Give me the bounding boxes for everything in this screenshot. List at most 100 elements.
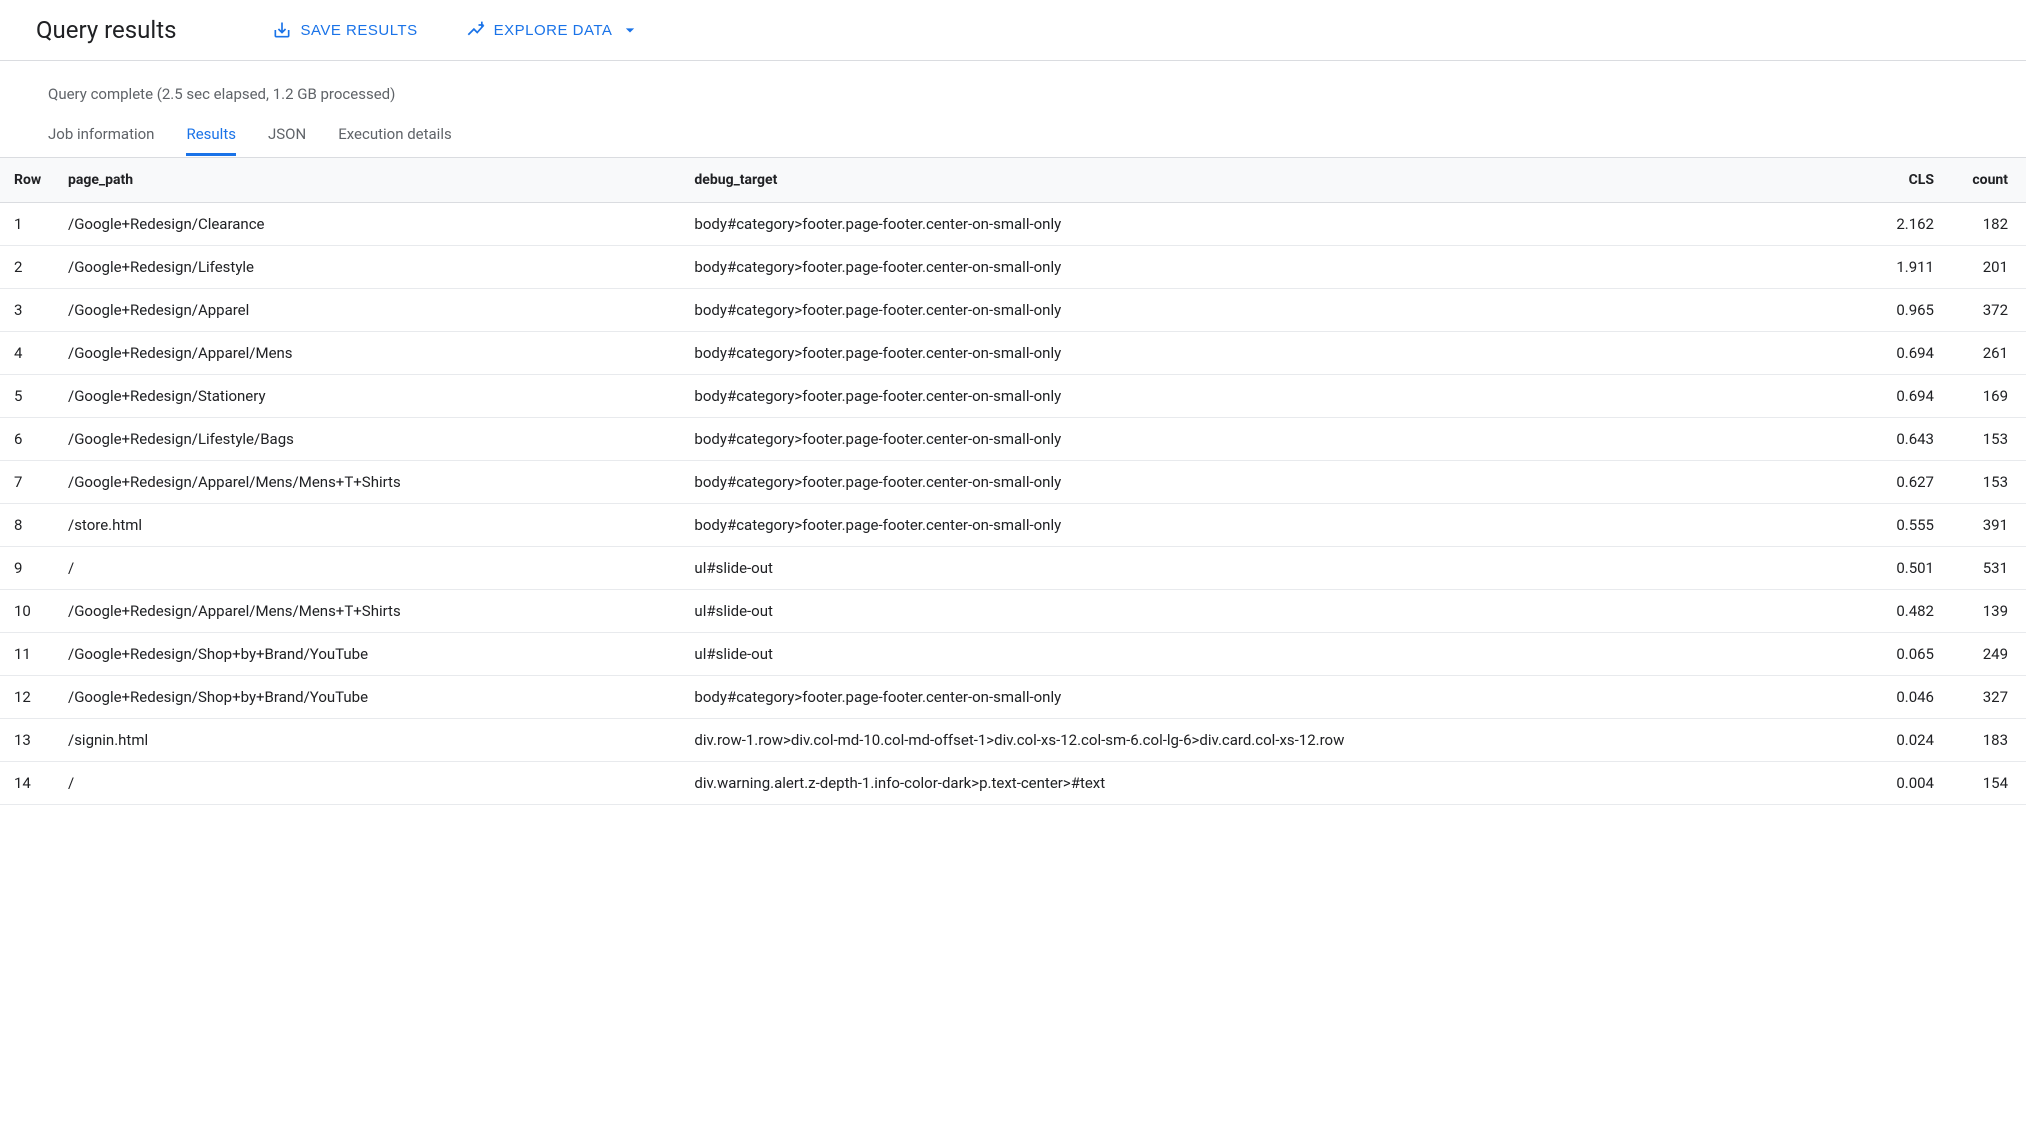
cell-row-number: 3 (0, 289, 56, 332)
column-header-row: Row (0, 158, 56, 203)
cell-page-path: /Google+Redesign/Apparel/Mens/Mens+T+Shi… (56, 461, 682, 504)
cell-cls: 0.482 (1866, 590, 1946, 633)
tab-execution-details[interactable]: Execution details (338, 115, 452, 156)
cell-page-path: /Google+Redesign/Shop+by+Brand/YouTube (56, 633, 682, 676)
cell-row-number: 2 (0, 246, 56, 289)
cell-debug-target: ul#slide-out (682, 590, 1866, 633)
cell-row-number: 1 (0, 203, 56, 246)
table-row: 5/Google+Redesign/Stationerybody#categor… (0, 375, 2026, 418)
tab-json[interactable]: JSON (268, 115, 306, 156)
cell-debug-target: body#category>footer.page-footer.center-… (682, 375, 1866, 418)
table-row: 12/Google+Redesign/Shop+by+Brand/YouTube… (0, 676, 2026, 719)
table-row: 10/Google+Redesign/Apparel/Mens/Mens+T+S… (0, 590, 2026, 633)
save-results-label: SAVE RESULTS (300, 22, 417, 39)
results-table: Row page_path debug_target CLS count 1/G… (0, 157, 2026, 805)
cell-count: 182 (1946, 203, 2026, 246)
cell-row-number: 6 (0, 418, 56, 461)
cell-row-number: 11 (0, 633, 56, 676)
cell-debug-target: ul#slide-out (682, 547, 1866, 590)
cell-debug-target: body#category>footer.page-footer.center-… (682, 332, 1866, 375)
query-status: Query complete (2.5 sec elapsed, 1.2 GB … (0, 61, 2026, 115)
table-row: 9/ul#slide-out0.501531 (0, 547, 2026, 590)
cell-page-path: /Google+Redesign/Apparel/Mens (56, 332, 682, 375)
cell-page-path: /Google+Redesign/Shop+by+Brand/YouTube (56, 676, 682, 719)
cell-count: 531 (1946, 547, 2026, 590)
cell-page-path: /Google+Redesign/Lifestyle (56, 246, 682, 289)
cell-debug-target: body#category>footer.page-footer.center-… (682, 246, 1866, 289)
cell-count: 183 (1946, 719, 2026, 762)
cell-row-number: 5 (0, 375, 56, 418)
cell-count: 154 (1946, 762, 2026, 805)
cell-debug-target: div.warning.alert.z-depth-1.info-color-d… (682, 762, 1866, 805)
cell-count: 139 (1946, 590, 2026, 633)
cell-count: 169 (1946, 375, 2026, 418)
cell-page-path: /Google+Redesign/Lifestyle/Bags (56, 418, 682, 461)
table-row: 7/Google+Redesign/Apparel/Mens/Mens+T+Sh… (0, 461, 2026, 504)
cell-row-number: 7 (0, 461, 56, 504)
cell-debug-target: body#category>footer.page-footer.center-… (682, 418, 1866, 461)
cell-cls: 0.627 (1866, 461, 1946, 504)
tab-results[interactable]: Results (186, 115, 236, 156)
cell-row-number: 4 (0, 332, 56, 375)
cell-debug-target: body#category>footer.page-footer.center-… (682, 461, 1866, 504)
tab-job-information[interactable]: Job information (48, 115, 154, 156)
cell-page-path: /Google+Redesign/Apparel (56, 289, 682, 332)
cell-page-path: /store.html (56, 504, 682, 547)
cell-cls: 0.065 (1866, 633, 1946, 676)
cell-page-path: /signin.html (56, 719, 682, 762)
cell-cls: 0.643 (1866, 418, 1946, 461)
chart-icon (466, 20, 486, 40)
cell-debug-target: body#category>footer.page-footer.center-… (682, 504, 1866, 547)
table-row: 8/store.htmlbody#category>footer.page-fo… (0, 504, 2026, 547)
cell-page-path: / (56, 547, 682, 590)
column-header-debug-target: debug_target (682, 158, 1866, 203)
cell-page-path: /Google+Redesign/Stationery (56, 375, 682, 418)
cell-page-path: /Google+Redesign/Clearance (56, 203, 682, 246)
results-header: Query results SAVE RESULTS EXPLORE DATA (0, 0, 2026, 61)
cell-cls: 2.162 (1866, 203, 1946, 246)
cell-debug-target: body#category>footer.page-footer.center-… (682, 676, 1866, 719)
table-row: 3/Google+Redesign/Apparelbody#category>f… (0, 289, 2026, 332)
cell-row-number: 8 (0, 504, 56, 547)
column-header-page-path: page_path (56, 158, 682, 203)
table-row: 6/Google+Redesign/Lifestyle/Bagsbody#cat… (0, 418, 2026, 461)
table-row: 2/Google+Redesign/Lifestylebody#category… (0, 246, 2026, 289)
cell-count: 153 (1946, 461, 2026, 504)
save-results-button[interactable]: SAVE RESULTS (272, 20, 417, 40)
cell-cls: 1.911 (1866, 246, 1946, 289)
page-title: Query results (36, 16, 176, 44)
table-header-row: Row page_path debug_target CLS count (0, 158, 2026, 203)
cell-count: 153 (1946, 418, 2026, 461)
explore-data-label: EXPLORE DATA (494, 22, 613, 39)
explore-data-button[interactable]: EXPLORE DATA (466, 20, 641, 40)
cell-cls: 0.694 (1866, 375, 1946, 418)
cell-row-number: 9 (0, 547, 56, 590)
table-row: 4/Google+Redesign/Apparel/Mensbody#categ… (0, 332, 2026, 375)
cell-count: 372 (1946, 289, 2026, 332)
cell-cls: 0.501 (1866, 547, 1946, 590)
cell-debug-target: body#category>footer.page-footer.center-… (682, 289, 1866, 332)
cell-cls: 0.555 (1866, 504, 1946, 547)
cell-row-number: 13 (0, 719, 56, 762)
table-row: 14/div.warning.alert.z-depth-1.info-colo… (0, 762, 2026, 805)
cell-count: 201 (1946, 246, 2026, 289)
table-row: 11/Google+Redesign/Shop+by+Brand/YouTube… (0, 633, 2026, 676)
results-table-wrapper: Row page_path debug_target CLS count 1/G… (0, 157, 2026, 805)
tabs-container: Job information Results JSON Execution d… (0, 115, 2026, 157)
chevron-down-icon (620, 20, 640, 40)
cell-count: 249 (1946, 633, 2026, 676)
cell-cls: 0.024 (1866, 719, 1946, 762)
cell-debug-target: body#category>footer.page-footer.center-… (682, 203, 1866, 246)
column-header-cls: CLS (1866, 158, 1946, 203)
cell-page-path: /Google+Redesign/Apparel/Mens/Mens+T+Shi… (56, 590, 682, 633)
cell-cls: 0.965 (1866, 289, 1946, 332)
cell-count: 327 (1946, 676, 2026, 719)
cell-cls: 0.004 (1866, 762, 1946, 805)
column-header-count: count (1946, 158, 2026, 203)
cell-page-path: / (56, 762, 682, 805)
cell-row-number: 12 (0, 676, 56, 719)
download-icon (272, 20, 292, 40)
cell-cls: 0.046 (1866, 676, 1946, 719)
cell-debug-target: ul#slide-out (682, 633, 1866, 676)
table-row: 13/signin.htmldiv.row-1.row>div.col-md-1… (0, 719, 2026, 762)
